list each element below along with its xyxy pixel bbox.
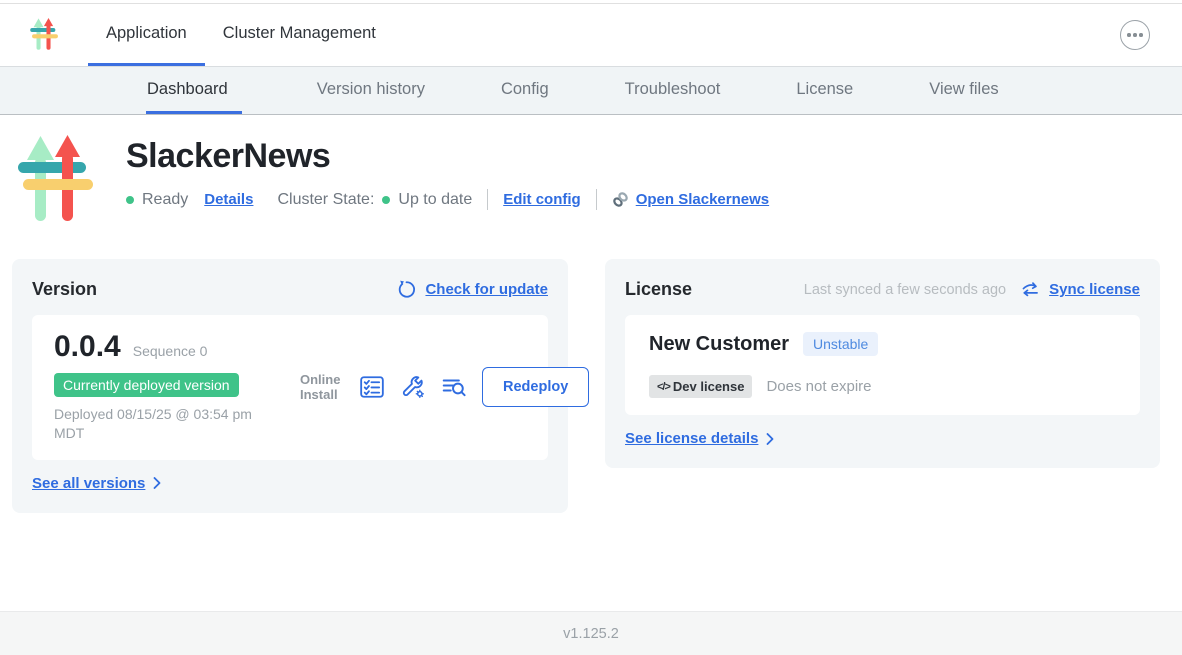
details-link[interactable]: Details [204, 191, 253, 208]
wrench-gear-icon[interactable] [400, 374, 426, 400]
top-nav-tabs: Application Cluster Management [88, 4, 394, 66]
deployed-timestamp: Deployed 08/15/25 @ 03:54 pm MDT [54, 405, 279, 443]
refresh-icon [397, 280, 416, 299]
cluster-state-label: Cluster State: [277, 191, 374, 209]
deployed-badge: Currently deployed version [54, 373, 239, 397]
sync-icon [1021, 282, 1040, 297]
app-subnav: Dashboard Version history Config Trouble… [0, 66, 1182, 115]
version-card-title: Version [32, 279, 97, 300]
version-actions: Online Install [300, 367, 589, 407]
admin-console-page: Application Cluster Management Dashboard… [0, 0, 1182, 655]
license-expiry-text: Does not expire [766, 378, 871, 395]
logs-search-icon[interactable] [441, 374, 467, 400]
link-chain-icon [612, 191, 629, 208]
chevron-right-icon [153, 477, 161, 489]
tab-license[interactable]: License [795, 67, 854, 114]
redeploy-button[interactable]: Redeploy [482, 367, 589, 407]
tab-version-history[interactable]: Version history [316, 67, 426, 114]
app-hero: SlackerNews Ready Details Cluster State:… [0, 115, 1182, 227]
license-card: License Last synced a few seconds ago Sy… [605, 259, 1160, 468]
cluster-state-dot-icon [382, 196, 390, 204]
license-type-badge: </> Dev license [649, 375, 752, 398]
app-logo-icon [30, 16, 62, 54]
cluster-state-text: Up to date [398, 191, 472, 209]
tab-config[interactable]: Config [500, 67, 550, 114]
see-license-details-link[interactable]: See license details [625, 430, 774, 447]
install-type-label: Online Install [300, 372, 344, 403]
sequence-label: Sequence 0 [133, 343, 208, 359]
ellipsis-icon [1133, 33, 1137, 37]
divider [487, 189, 488, 210]
tab-dashboard[interactable]: Dashboard [146, 67, 242, 114]
overflow-menu-button[interactable] [1120, 20, 1150, 50]
last-synced-text: Last synced a few seconds ago [804, 282, 1006, 298]
page-title: SlackerNews [126, 137, 769, 176]
tab-cluster-management[interactable]: Cluster Management [205, 4, 394, 66]
ellipsis-icon [1127, 33, 1131, 37]
license-card-title: License [625, 279, 692, 300]
tab-troubleshoot[interactable]: Troubleshoot [624, 67, 722, 114]
console-version: v1.125.2 [563, 626, 619, 642]
version-number: 0.0.4 [54, 332, 121, 362]
channel-badge: Unstable [803, 332, 878, 356]
app-status-dot-icon [126, 196, 134, 204]
open-app-link[interactable]: Open Slackernews [636, 191, 769, 208]
app-hero-logo [14, 135, 102, 227]
tab-view-files[interactable]: View files [928, 67, 999, 114]
app-status-text: Ready [142, 191, 188, 209]
license-card-header: License Last synced a few seconds ago Sy… [625, 279, 1140, 300]
top-nav: Application Cluster Management [0, 4, 1182, 66]
code-icon: </> [657, 381, 670, 393]
ellipsis-icon [1139, 33, 1143, 37]
version-card: Version Check for update 0.0.4 Sequence [12, 259, 568, 513]
dashboard-cards: Version Check for update 0.0.4 Sequence [12, 259, 1160, 513]
customer-name: New Customer [649, 333, 789, 356]
check-for-update-link[interactable]: Check for update [425, 281, 548, 298]
edit-config-link[interactable]: Edit config [503, 191, 581, 208]
version-card-header: Version Check for update [32, 279, 548, 300]
chevron-right-icon [766, 433, 774, 445]
checklist-icon[interactable] [359, 374, 385, 400]
sync-license-link[interactable]: Sync license [1049, 281, 1140, 298]
divider [596, 189, 597, 210]
slackernews-logo-icon [30, 18, 60, 52]
see-all-versions-link[interactable]: See all versions [32, 475, 161, 492]
current-version-panel: 0.0.4 Sequence 0 Currently deployed vers… [32, 315, 548, 460]
app-hero-text: SlackerNews Ready Details Cluster State:… [126, 135, 769, 227]
app-status-row: Ready Details Cluster State: Up to date … [126, 189, 769, 210]
console-footer: v1.125.2 [0, 611, 1182, 655]
check-update-group[interactable]: Check for update [397, 280, 548, 299]
dashboard-content: SlackerNews Ready Details Cluster State:… [0, 115, 1182, 611]
slackernews-logo-icon [14, 135, 102, 227]
license-panel: New Customer Unstable </> Dev license Do… [625, 315, 1140, 415]
tab-application[interactable]: Application [88, 4, 205, 66]
version-info: 0.0.4 Sequence 0 Currently deployed vers… [54, 332, 292, 443]
